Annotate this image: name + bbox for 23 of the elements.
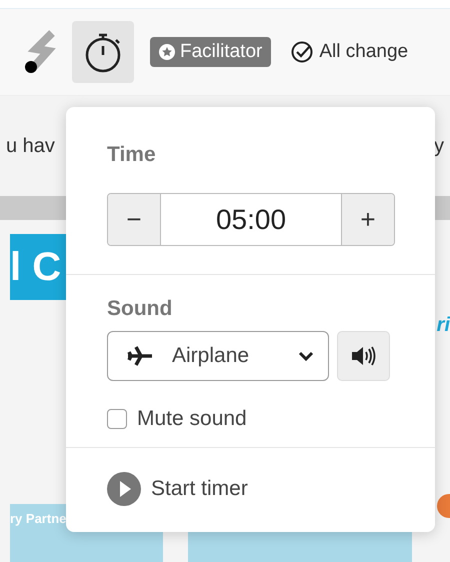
- preview-sound-button[interactable]: [337, 331, 390, 381]
- chevron-down-icon: [298, 351, 314, 361]
- save-status: All change: [319, 41, 408, 63]
- time-field[interactable]: 05:00: [160, 194, 342, 245]
- airplane-icon: [126, 345, 154, 367]
- notice-text: y: [434, 134, 444, 158]
- sound-label: Sound: [107, 297, 174, 321]
- play-icon: [107, 472, 141, 506]
- sound-select[interactable]: Airplane: [107, 331, 329, 381]
- check-circle-icon: [291, 41, 314, 63]
- timer-button[interactable]: [72, 21, 134, 83]
- speaker-icon: [350, 346, 376, 366]
- start-timer-button[interactable]: Start timer: [107, 472, 248, 506]
- time-label: Time: [107, 143, 157, 167]
- mute-label: Mute sound: [137, 407, 247, 431]
- banner: l C: [10, 234, 66, 300]
- time-stepper[interactable]: − 05:00 +: [107, 193, 395, 246]
- increment-button[interactable]: +: [342, 194, 394, 245]
- facilitator-badge: Facilitator: [150, 37, 272, 67]
- notice-text: u hav: [6, 134, 55, 158]
- side-text: ri: [436, 314, 450, 337]
- decrement-button[interactable]: −: [108, 194, 160, 245]
- mute-checkbox[interactable]: [107, 409, 127, 429]
